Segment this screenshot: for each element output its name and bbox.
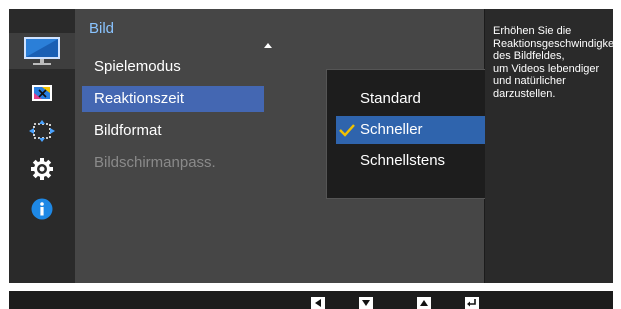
up-arrow-icon[interactable] bbox=[417, 297, 431, 309]
help-line: darzustellen. bbox=[493, 87, 556, 100]
menu-item-reaktionszeit[interactable]: Reaktionszeit bbox=[82, 86, 264, 112]
button-guide-bar bbox=[9, 291, 613, 309]
checkmark-icon bbox=[339, 116, 357, 144]
category-sidebar bbox=[9, 9, 75, 283]
help-line: des Bildfeldes, bbox=[493, 50, 565, 62]
help-text: Erhöhen Sie die Reaktionsgeschwindigkeit… bbox=[493, 25, 620, 100]
down-arrow-icon[interactable] bbox=[359, 297, 373, 309]
menu-item-spielemodus[interactable]: Spielemodus bbox=[82, 54, 264, 80]
menu-item-bildschirmanpass: Bildschirmanpass. bbox=[94, 154, 216, 171]
help-line: Reaktionsgeschwindigkeit bbox=[493, 37, 620, 50]
info-icon[interactable] bbox=[9, 191, 75, 227]
menu-title: Bild bbox=[89, 20, 115, 37]
help-line: um Videos lebendiger bbox=[493, 62, 600, 75]
menu-item-bildformat[interactable]: Bildformat bbox=[82, 118, 264, 144]
settings-gear-icon[interactable] bbox=[9, 151, 75, 187]
help-line: Erhöhen Sie die bbox=[493, 25, 572, 37]
help-line: und natürlicher bbox=[493, 75, 566, 87]
scroll-up-indicator-icon bbox=[264, 43, 272, 48]
picture-icon[interactable] bbox=[9, 33, 75, 69]
size-position-icon[interactable] bbox=[9, 113, 75, 149]
osd-menu: Bild Spielemodus Reaktionszeit Bildforma… bbox=[9, 9, 620, 283]
menu-panel: Bild Spielemodus Reaktionszeit Bildforma… bbox=[75, 9, 541, 283]
enter-icon[interactable] bbox=[465, 297, 479, 309]
color-icon[interactable] bbox=[9, 75, 75, 111]
option-label: Schneller bbox=[360, 121, 423, 138]
help-panel: Erhöhen Sie die Reaktionsgeschwindigkeit… bbox=[485, 9, 620, 283]
left-arrow-icon[interactable] bbox=[311, 297, 325, 309]
